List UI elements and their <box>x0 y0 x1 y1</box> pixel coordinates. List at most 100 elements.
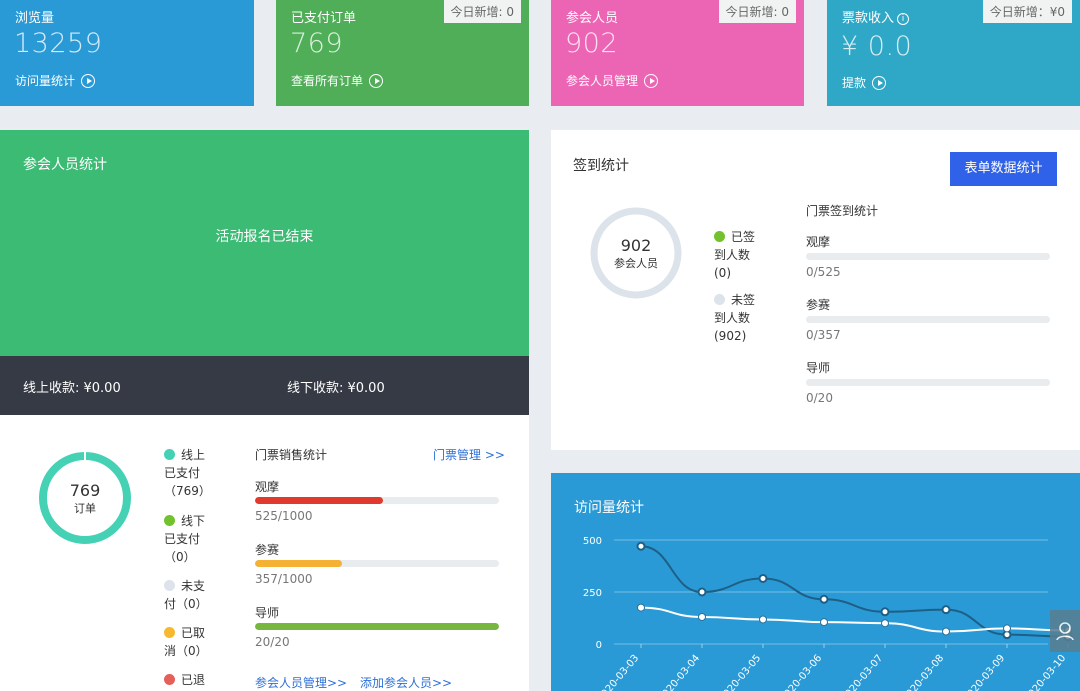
withdraw-link[interactable]: 提款 <box>842 74 887 91</box>
x-tick-label: 020-03-04 <box>661 653 703 691</box>
ticket-name: 导师 <box>255 606 280 620</box>
legend-online-paid: 线上 已支付 （769） <box>164 446 211 500</box>
data-point <box>941 605 951 615</box>
panel-title: 签到统计 <box>573 158 629 174</box>
order-ring-chart: 769 订单 <box>38 451 132 545</box>
legend-cancelled: 已取 消（0） <box>164 624 208 660</box>
stat-card-views: 浏览量 13259 访问量统计 <box>0 0 254 106</box>
attendee-manage-link[interactable]: 参会人员管理 <box>566 72 659 89</box>
ticket-name: 导师 <box>806 361 831 375</box>
today-new-badge: 今日新增：¥0 <box>982 0 1072 23</box>
card-title: 票款收入 i <box>842 7 910 26</box>
legend-not-signed-in: 未签 到人数 (902) <box>714 291 755 345</box>
data-point <box>698 612 706 621</box>
ticket-count: 0/20 <box>806 391 833 405</box>
ticket-signin-title: 门票签到统计 <box>806 204 879 218</box>
data-point <box>880 607 890 617</box>
card-title: 参会人员 <box>566 11 619 26</box>
legend-text: 已取 <box>181 626 206 640</box>
data-point <box>819 594 829 604</box>
legend-dot <box>164 580 175 591</box>
legend-text: 消（0） <box>164 644 208 658</box>
legend-text: 线上 <box>181 448 206 462</box>
legend-text: 已退 <box>181 673 206 687</box>
all-orders-link[interactable]: 查看所有订单 <box>291 72 384 89</box>
registration-status: 活动报名已结束 <box>215 229 314 245</box>
customer-service-button[interactable] <box>1050 610 1080 652</box>
card-title-text: 票款收入 <box>842 11 895 26</box>
card-value: 13259 <box>14 28 103 59</box>
ticket-count: 20/20 <box>255 635 290 649</box>
today-new-badge: 今日新增: 0 <box>718 0 796 23</box>
stat-card-paid-orders: 已支付订单 今日新增: 0 769 查看所有订单 <box>276 0 529 106</box>
link-label: 提款 <box>842 76 867 90</box>
signin-progress-bar <box>806 316 1050 323</box>
card-value: 902 <box>565 28 619 59</box>
progress-fill <box>255 623 499 630</box>
progress-fill <box>255 497 384 504</box>
legend-dot <box>164 674 175 685</box>
card-title: 浏览量 <box>15 11 55 26</box>
progress-fill <box>255 560 343 567</box>
data-point <box>697 587 707 597</box>
legend-text: 线下 <box>181 514 206 528</box>
play-circle-icon <box>644 73 659 88</box>
legend-offline-paid: 线下 已支付 （0） <box>164 512 205 566</box>
data-point <box>942 627 950 636</box>
legend-text: 已支付 <box>164 532 201 546</box>
attendee-manage-link[interactable]: 参会人员管理>> <box>255 674 347 691</box>
sales-title: 门票销售统计 <box>255 448 328 462</box>
link-label: 查看所有订单 <box>291 74 364 88</box>
legend-signed-in: 已签 到人数 (0) <box>714 228 755 282</box>
form-data-stats-button[interactable]: 表单数据统计 <box>950 152 1057 186</box>
legend-dot <box>164 627 175 638</box>
support-agent-icon <box>1056 622 1074 641</box>
y-tick-label: 0 <box>596 640 602 651</box>
stat-card-attendees: 参会人员 今日新增: 0 902 参会人员管理 <box>551 0 804 106</box>
x-tick-label: 020-03-07 <box>844 653 886 691</box>
y-tick-label: 500 <box>583 536 602 547</box>
legend-text: 到人数 <box>714 248 751 262</box>
legend-text: 已签 <box>731 230 756 244</box>
ticket-name: 参赛 <box>255 543 280 557</box>
ticket-progress-bar <box>255 497 499 504</box>
stat-card-ticket-income: 票款收入 i 今日新增：¥0 ¥ 0.0 提款 <box>827 0 1080 106</box>
play-circle-icon <box>872 75 887 90</box>
data-point <box>758 573 768 583</box>
ring-label: 订单 <box>74 501 96 515</box>
visit-stats-panel: 访问量统计 500 250 0 020-03-03 020-03-04 020-03-05… <box>551 473 1080 691</box>
ticket-count: 525/1000 <box>255 509 313 523</box>
legend-text: 到人数 <box>714 311 751 325</box>
visit-stats-link[interactable]: 访问量统计 <box>15 72 96 89</box>
ticket-progress-bar <box>255 560 499 567</box>
ticket-progress-bar <box>255 623 499 630</box>
x-tick-label: 020-03-06 <box>783 653 825 691</box>
x-tick-label: 020-03-08 <box>905 653 947 691</box>
ticket-name: 参赛 <box>806 298 831 312</box>
legend-refunded: 已退 <box>164 671 205 689</box>
signin-ring-chart: 902 参会人员 <box>589 206 683 300</box>
info-icon[interactable]: i <box>897 13 910 25</box>
ticket-count: 0/357 <box>806 328 841 342</box>
legend-text: (0) <box>714 266 731 280</box>
signin-stats-panel: 签到统计 表单数据统计 902 参会人员 已签 到人数 (0) 未签 到人数 (… <box>551 130 1080 450</box>
add-attendee-link[interactable]: 添加参会人员>> <box>360 674 452 691</box>
card-value: ¥ 0.0 <box>841 31 913 62</box>
legend-unpaid: 未支 付（0） <box>164 577 208 613</box>
ring-value: 769 <box>69 480 101 500</box>
card-title: 已支付订单 <box>291 11 357 26</box>
online-income: 线上收款: ¥0.00 <box>23 381 121 396</box>
data-point <box>636 541 646 551</box>
ticket-count: 357/1000 <box>255 572 313 586</box>
x-tick-label: 020-03-10 <box>1027 653 1069 691</box>
legend-text: 未签 <box>731 293 756 307</box>
play-circle-icon <box>81 73 96 88</box>
ring-value: 902 <box>620 235 652 255</box>
y-tick-label: 250 <box>583 588 602 599</box>
x-tick-label: 020-03-09 <box>966 653 1008 691</box>
legend-text: （769） <box>164 484 211 498</box>
attendee-stats-panel: 参会人员统计 活动报名已结束 <box>0 130 529 356</box>
play-circle-icon <box>369 73 384 88</box>
ticket-manage-link[interactable]: 门票管理 >> <box>433 446 505 463</box>
legend-text: 已支付 <box>164 466 201 480</box>
